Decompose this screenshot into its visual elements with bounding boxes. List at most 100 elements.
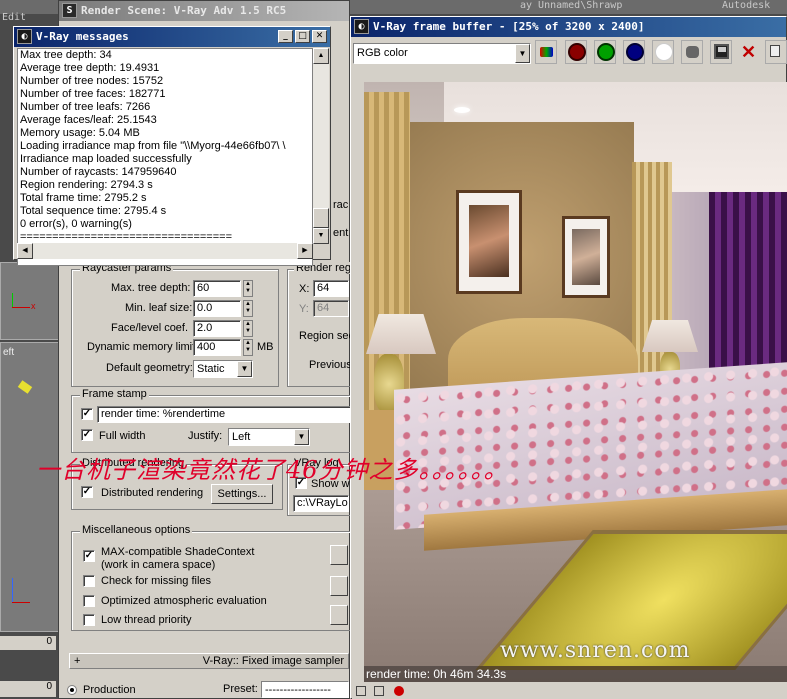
light-object-icon[interactable] (17, 380, 33, 394)
vray-app-icon: ◐ (17, 29, 32, 44)
check-missing-files-label: Check for missing files (101, 575, 212, 587)
misc-side-button-3[interactable] (330, 605, 348, 625)
default-geometry-dropdown[interactable]: Static ▼ (193, 360, 253, 378)
status-tool-icon-2[interactable] (374, 686, 384, 696)
full-width-checkbox[interactable]: ✓ (81, 429, 93, 441)
region-y-input[interactable]: 64 (313, 300, 349, 317)
viewport-label: eft (3, 347, 15, 358)
truncated-label-rac: rac (333, 199, 349, 211)
alpha-channel-icon (655, 43, 673, 61)
message-line: Total frame time: 2795.2 s (20, 192, 147, 204)
copy-icon (770, 45, 780, 57)
frame-stamp-checkbox[interactable]: ✓ (81, 408, 93, 420)
rgb-channels-icon (540, 47, 553, 57)
vray-messages-window: ◐ V-Ray messages _ □ ✕ Max tree depth: 3… (13, 26, 331, 266)
max-title-fragment: ay Unnamed\Shrawp (520, 0, 623, 11)
viewport-left[interactable]: eft (0, 342, 62, 632)
max-tree-depth-label: Max. tree depth: (111, 282, 191, 294)
min-leaf-size-label: Min. leaf size: (125, 302, 193, 314)
minimize-button[interactable]: _ (278, 30, 293, 43)
min-leaf-size-spinner[interactable]: ▲ ▼ (243, 300, 253, 317)
justify-value: Left (232, 431, 251, 443)
truncated-label-ent: ent (333, 227, 349, 239)
maximize-button[interactable]: □ (295, 30, 310, 43)
scroll-up-arrow-icon[interactable]: ▲ (313, 48, 329, 64)
low-thread-priority-checkbox[interactable] (83, 614, 95, 626)
rendered-image[interactable]: www.snren.com render time: 0h 46m 34.3s (364, 82, 787, 682)
save-button[interactable] (710, 40, 732, 64)
full-width-label: Full width (99, 430, 146, 442)
message-line: 0 error(s), 0 warning(s) (20, 218, 132, 230)
min-leaf-size-input[interactable]: 0.0 (193, 300, 241, 317)
rollout-expand-icon[interactable]: + (74, 654, 80, 668)
production-radio[interactable] (67, 685, 77, 695)
messages-horizontal-scrollbar[interactable]: ◀ ▶ (17, 243, 313, 259)
misc-side-button-2[interactable] (330, 576, 348, 596)
chevron-down-icon[interactable]: ▼ (515, 44, 530, 63)
render-scene-titlebar[interactable]: S Render Scene: V-Ray Adv 1.5 RC5 (59, 1, 349, 21)
max-compatible-sublabel: (work in camera space) (101, 559, 216, 571)
close-button[interactable]: ✕ (312, 30, 327, 43)
dynamic-memory-limit-spinner[interactable]: ▲ ▼ (243, 339, 253, 356)
region-y-label: Y: (299, 303, 309, 315)
distributed-rendering-checkbox[interactable]: ✓ (81, 486, 93, 498)
red-channel-button[interactable] (565, 40, 587, 64)
time-counter[interactable]: 0 (0, 636, 56, 650)
chevron-down-icon[interactable]: ▼ (237, 361, 252, 377)
frame-buffer-titlebar[interactable]: ◐ V-Ray frame buffer - [25% of 3200 x 24… (351, 17, 786, 37)
clear-image-icon[interactable]: ✕ (741, 40, 756, 64)
status-tool-icon[interactable] (356, 686, 366, 696)
viewport-top-left[interactable]: x (0, 262, 62, 340)
max-tree-depth-spinner[interactable]: ▲ ▼ (243, 280, 253, 297)
alpha-channel-button[interactable] (652, 40, 674, 64)
messages-list: Max tree depth: 34 Average tree depth: 19… (20, 49, 312, 244)
mono-icon (686, 46, 699, 58)
mono-button[interactable] (681, 40, 703, 64)
scroll-down-arrow-icon[interactable]: ▼ (313, 228, 329, 244)
face-level-coef-spinner[interactable]: ▲ ▼ (243, 320, 253, 337)
vray-messages-titlebar[interactable]: ◐ V-Ray messages _ □ ✕ (14, 27, 330, 47)
face-level-coef-input[interactable]: 2.0 (193, 320, 241, 337)
fixed-image-sampler-rollout[interactable]: + V-Ray:: Fixed image sampler (69, 653, 349, 669)
scroll-left-arrow-icon[interactable]: ◀ (17, 243, 33, 259)
low-thread-priority-label: Low thread priority (101, 614, 192, 626)
painting-right (562, 216, 610, 298)
max-autodesk-fragment: Autodesk (722, 0, 771, 11)
axis-gizmo: x (9, 293, 39, 313)
vray-log-path-input[interactable]: c:\VRayLo (293, 495, 349, 512)
channel-dropdown[interactable]: RGB color ▼ (353, 43, 531, 64)
message-line: Max tree depth: 34 (20, 49, 112, 61)
chevron-down-icon[interactable]: ▼ (294, 429, 309, 445)
blue-channel-icon (626, 43, 644, 61)
copy-button[interactable] (765, 40, 787, 64)
frame-stamp-text-input[interactable]: render time: %rendertime (97, 406, 351, 423)
render-scene-app-icon: S (62, 3, 77, 18)
messages-vertical-scrollbar[interactable]: ▲ ▼ (313, 48, 329, 244)
check-missing-files-checkbox[interactable] (83, 575, 95, 587)
distributed-settings-button[interactable]: Settings... (211, 484, 273, 504)
preset-dropdown[interactable]: ------------------ (261, 681, 349, 698)
misc-side-button-1[interactable] (330, 545, 348, 565)
optimized-atmospheric-checkbox[interactable] (83, 595, 95, 607)
messages-text-area[interactable]: Max tree depth: 34 Average tree depth: 19… (17, 48, 313, 266)
scroll-thumb[interactable] (313, 208, 329, 228)
max-compatible-label: MAX-compatible ShadeContext (101, 546, 255, 558)
message-line: Memory usage: 5.04 MB (20, 127, 140, 139)
max-compatible-checkbox[interactable]: ✓ (83, 550, 95, 562)
region-x-input[interactable]: 64 (313, 280, 349, 297)
dynamic-memory-limit-input[interactable]: 400 (193, 339, 241, 356)
max-tree-depth-input[interactable]: 60 (193, 280, 241, 297)
rgb-channels-button[interactable] (535, 40, 557, 64)
save-icon (714, 44, 729, 59)
message-line: Loading irradiance map from file "\\Myor… (20, 140, 286, 152)
max-menu-fragment[interactable]: Edit (2, 12, 26, 23)
blue-channel-button[interactable] (623, 40, 645, 64)
watermark-text: www.snren.com (500, 638, 691, 663)
justify-dropdown[interactable]: Left ▼ (228, 428, 310, 446)
status-tool-icon-3[interactable] (394, 686, 404, 696)
time-counter-2[interactable]: 0 (0, 681, 56, 697)
preset-value: ------------------ (265, 684, 331, 696)
green-channel-button[interactable] (594, 40, 616, 64)
scroll-right-arrow-icon[interactable]: ▶ (297, 243, 313, 259)
default-geometry-label: Default geometry: (106, 362, 193, 374)
